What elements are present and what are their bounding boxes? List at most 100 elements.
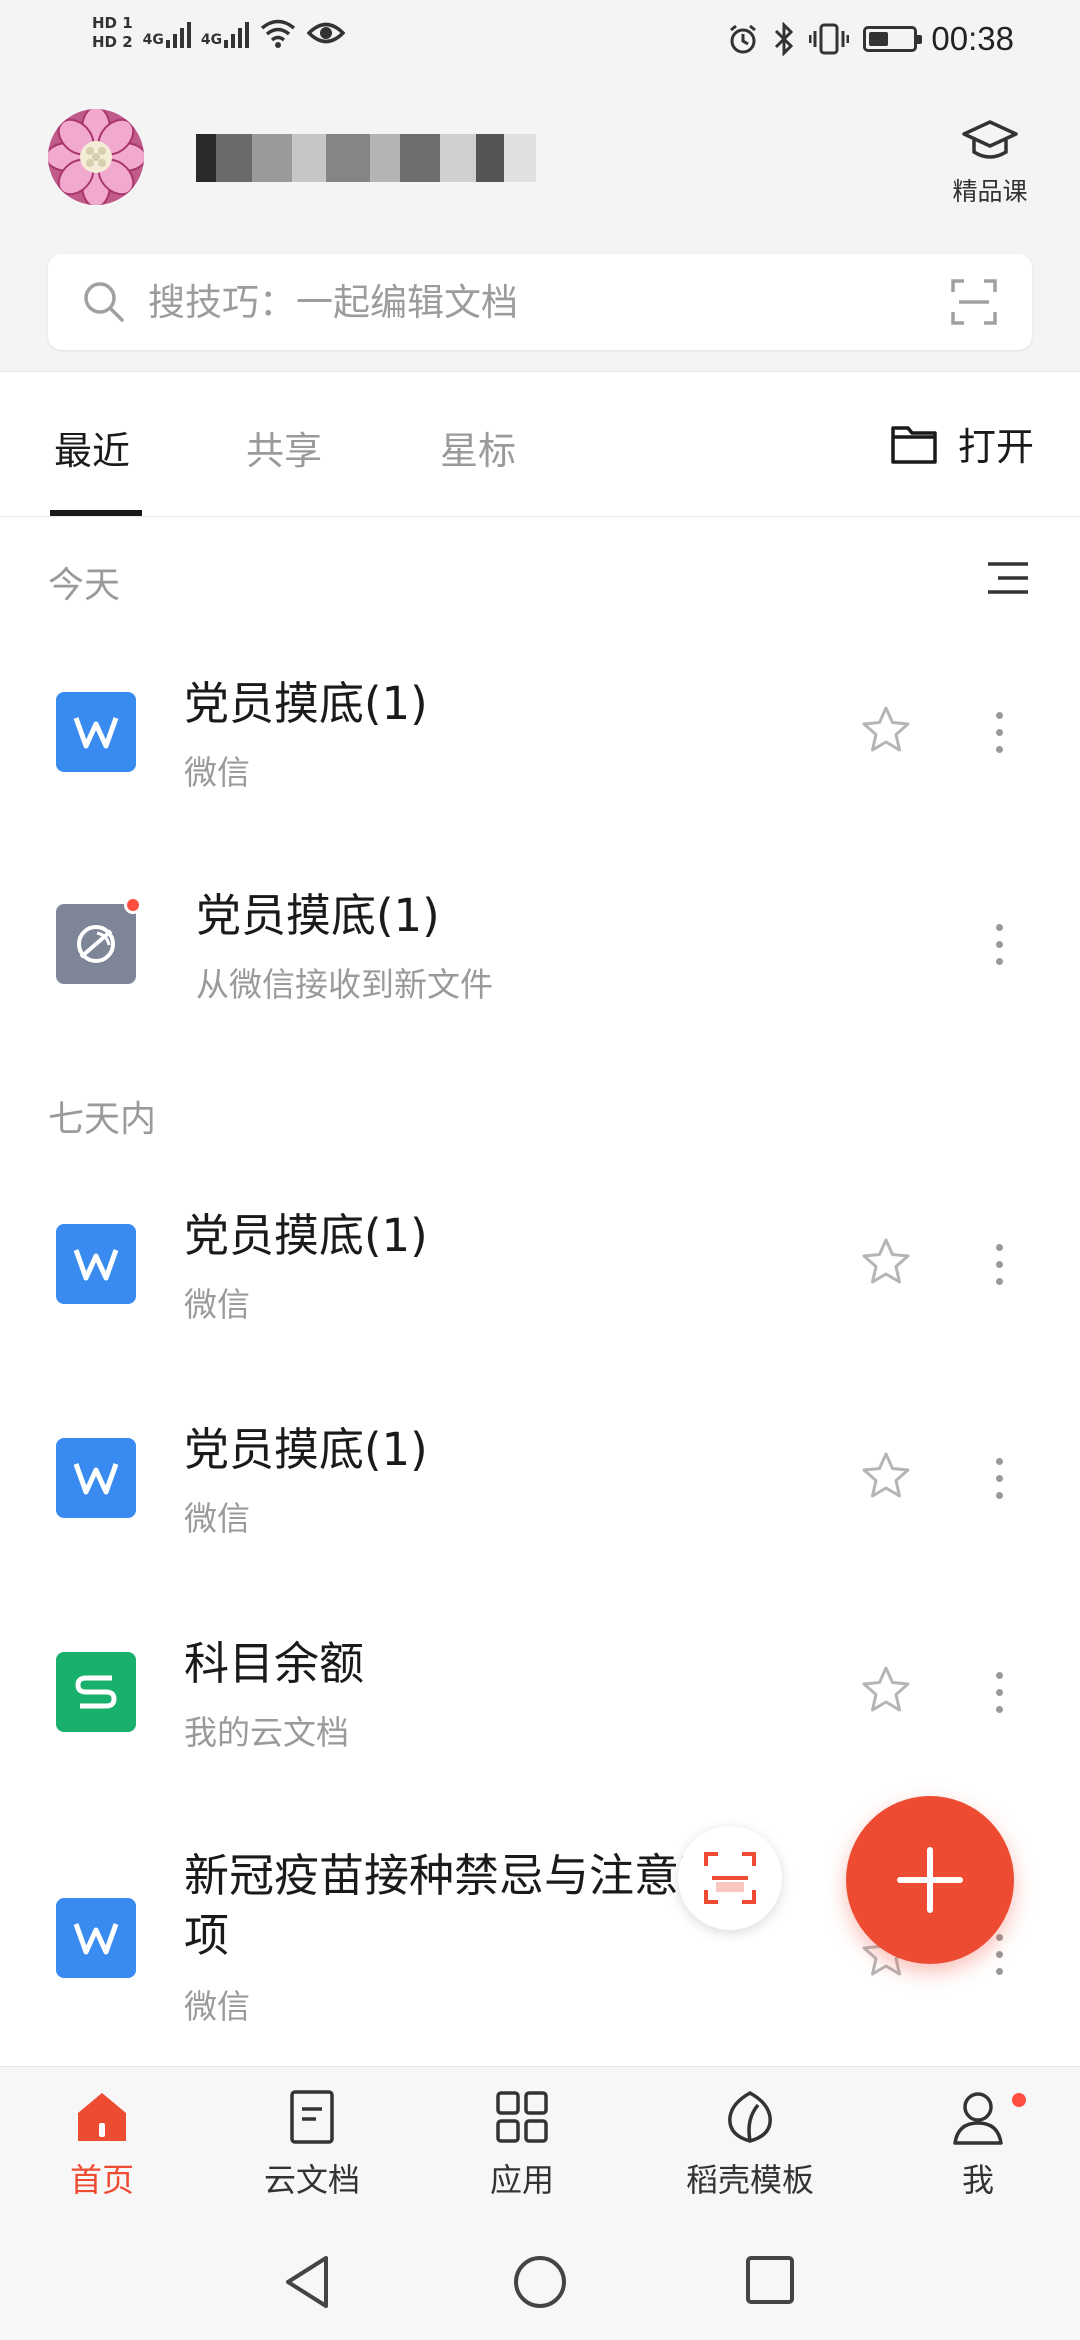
more-icon[interactable] — [996, 1672, 1003, 1713]
document-icon — [290, 2090, 334, 2144]
alarm-icon — [730, 24, 757, 54]
doc-icon — [56, 1898, 136, 1978]
signal-sim2: 4G — [200, 18, 250, 48]
folder-icon — [891, 425, 937, 464]
premium-course-button[interactable]: 精品课 — [946, 118, 1034, 208]
open-file-label: 打开 — [957, 425, 1034, 469]
star-icon[interactable] — [860, 1664, 912, 1716]
notification-dot — [1012, 2093, 1026, 2107]
search-icon — [84, 282, 124, 322]
sim2-label: HD 2 — [92, 33, 133, 51]
signal-bars-icon — [165, 18, 191, 48]
plus-icon — [897, 1847, 963, 1913]
battery-icon — [863, 26, 923, 52]
open-file-button[interactable]: 打开 — [890, 416, 1034, 471]
recents-square-icon[interactable] — [744, 2254, 796, 2306]
new-file-badge — [124, 896, 142, 914]
flower-avatar-image — [48, 109, 144, 205]
home-circle-icon[interactable] — [512, 2254, 568, 2310]
star-icon[interactable] — [860, 1450, 912, 1502]
bottom-nav: 首页 云文档 应用 稻壳模板 我 — [0, 2066, 1080, 2226]
status-left: HD 1 HD 2 4G 4G — [92, 14, 346, 52]
file-title: 党员摸底(1) — [184, 1423, 428, 1476]
document-scan-icon — [704, 1852, 756, 1904]
avatar[interactable] — [48, 109, 144, 205]
wifi-icon — [261, 19, 296, 48]
tab-recent[interactable]: 最近 — [54, 420, 130, 475]
more-icon[interactable] — [996, 924, 1003, 965]
nav-cloud-docs[interactable]: 云文档 — [222, 2089, 402, 2201]
file-row[interactable]: 党员摸底(1) 微信 — [0, 1182, 1080, 1342]
file-source: 我的云文档 — [184, 1713, 349, 1752]
leaf-icon — [728, 2090, 772, 2143]
username-redacted — [196, 134, 536, 182]
file-title: 党员摸底(1) — [184, 1209, 428, 1262]
net1-label: 4G — [142, 32, 164, 48]
nav-home-label: 首页 — [69, 2161, 134, 2199]
file-title-line1: 新冠疫苗接种禁忌与注意事 — [184, 1849, 725, 1902]
more-icon[interactable] — [996, 712, 1003, 753]
system-nav-bar — [0, 2226, 1080, 2340]
tab-shared[interactable]: 共享 — [246, 420, 322, 475]
scan-document-button[interactable] — [678, 1826, 782, 1930]
file-source: 微信 — [184, 1285, 250, 1324]
signal-sim1: 4G — [143, 18, 191, 48]
doc-icon — [56, 1224, 136, 1304]
file-row[interactable]: 科目余额 我的云文档 — [0, 1610, 1080, 1770]
nav-me[interactable]: 我 — [888, 2089, 1068, 2201]
eye-icon — [307, 22, 346, 44]
file-title: 党员摸底(1) — [196, 889, 440, 942]
section-seven-days: 七天内 — [48, 1099, 157, 1140]
graduation-cap-icon — [962, 120, 1018, 159]
file-source: 微信 — [184, 753, 250, 792]
home-icon — [78, 2093, 126, 2141]
more-icon[interactable] — [996, 1244, 1003, 1285]
file-row[interactable]: 党员摸底(1) 微信 — [0, 650, 1080, 810]
sim-indicators: HD 1 HD 2 — [92, 14, 133, 52]
file-row[interactable]: 党员摸底(1) 从微信接收到新文件 — [0, 862, 1080, 1022]
apps-grid-icon — [496, 2091, 548, 2143]
status-right: 00:38 — [727, 20, 1014, 58]
section-today: 今天 — [48, 565, 121, 606]
sort-icon[interactable] — [986, 560, 1030, 596]
file-title: 党员摸底(1) — [184, 677, 428, 730]
search-bar[interactable] — [48, 254, 1032, 350]
notice-icon — [56, 904, 136, 984]
app-header: 精品课 — [0, 84, 1080, 372]
nav-home[interactable]: 首页 — [12, 2089, 192, 2201]
sheet-icon — [56, 1652, 136, 1732]
status-time: 00:38 — [931, 20, 1014, 57]
active-tab-indicator — [50, 510, 142, 516]
net2-label: 4G — [200, 32, 223, 48]
search-input[interactable] — [148, 254, 928, 350]
star-icon[interactable] — [860, 704, 912, 756]
nav-cloud-label: 云文档 — [263, 2161, 360, 2199]
nav-apps[interactable]: 应用 — [432, 2089, 612, 2201]
more-icon[interactable] — [996, 1934, 1003, 1975]
file-source: 从微信接收到新文件 — [196, 965, 493, 1004]
scan-icon[interactable] — [950, 278, 998, 326]
sim1-label: HD 1 — [92, 14, 133, 32]
file-row[interactable]: 党员摸底(1) 微信 — [0, 1396, 1080, 1556]
file-source: 微信 — [184, 1499, 250, 1538]
status-bar: HD 1 HD 2 4G 4G 00:38 — [0, 0, 1080, 84]
user-icon — [953, 2092, 1003, 2145]
nav-templates-label: 稻壳模板 — [685, 2161, 814, 2199]
nav-me-label: 我 — [961, 2161, 994, 2199]
bluetooth-icon — [775, 22, 794, 56]
file-title: 科目余额 — [184, 1637, 365, 1690]
file-title-line2: 项 — [184, 1909, 230, 1962]
doc-icon — [56, 1438, 136, 1518]
more-icon[interactable] — [996, 1458, 1003, 1499]
signal-bars-icon — [224, 18, 250, 48]
back-icon[interactable] — [282, 2254, 332, 2310]
file-tabs: 最近 共享 星标 打开 — [0, 372, 1080, 517]
create-new-button[interactable] — [846, 1796, 1014, 1964]
nav-templates[interactable]: 稻壳模板 — [660, 2089, 840, 2201]
tab-starred[interactable]: 星标 — [440, 420, 516, 475]
vibrate-icon — [809, 23, 850, 55]
file-source: 微信 — [184, 1987, 250, 2026]
nav-apps-label: 应用 — [489, 2161, 554, 2199]
doc-icon — [56, 692, 136, 772]
star-icon[interactable] — [860, 1236, 912, 1288]
